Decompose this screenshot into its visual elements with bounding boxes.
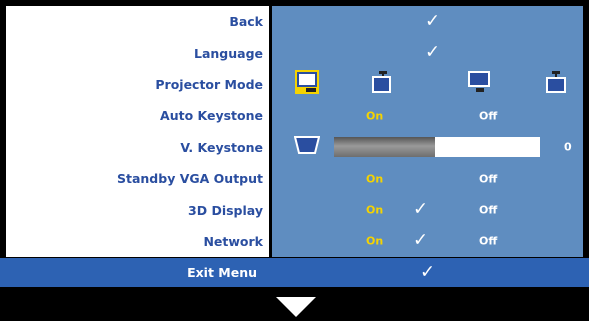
on-option[interactable]: On [366, 204, 383, 217]
check-icon[interactable]: ✓ [420, 263, 435, 281]
desktop-projector-icon[interactable] [294, 69, 320, 99]
projector-mode-label[interactable]: Projector Mode [6, 68, 269, 101]
back-value: ✓ [272, 6, 583, 38]
v-keystone-label[interactable]: V. Keystone [6, 131, 269, 163]
off-option[interactable]: Off [479, 235, 497, 248]
check-icon[interactable]: ✓ [425, 43, 440, 62]
3d-display-options: On ✓ Off [272, 194, 583, 226]
on-option[interactable]: On [366, 235, 383, 248]
network-label[interactable]: Network [6, 225, 269, 258]
language-value: ✓ [272, 37, 583, 69]
keystone-trapezoid-icon [293, 136, 321, 158]
menu-row-projector-mode[interactable]: Projector Mode [6, 68, 583, 101]
projector-osd: Back ✓ Language ✓ Projector Mode Auto Ke… [0, 0, 589, 321]
advanced-settings-menu: Back ✓ Language ✓ Projector Mode Auto Ke… [6, 6, 583, 258]
v-keystone-value: 0 [564, 140, 572, 154]
menu-row-3d-display[interactable]: 3D Display On ✓ Off [6, 194, 583, 226]
scroll-down-arrow-icon[interactable] [276, 297, 316, 317]
auto-keystone-options: On Off [272, 100, 583, 132]
menu-row-back[interactable]: Back ✓ [6, 6, 583, 38]
exit-menu-bar[interactable]: Exit Menu ✓ [0, 258, 589, 287]
ceiling-front-projector-icon[interactable] [369, 70, 393, 98]
off-option[interactable]: Off [479, 204, 497, 217]
v-keystone-slider[interactable] [334, 137, 540, 158]
menu-row-standby-vga[interactable]: Standby VGA Output On Off [6, 163, 583, 195]
ceiling-rear-projector-icon[interactable] [544, 70, 568, 98]
network-options: On ✓ Off [272, 225, 583, 258]
language-label[interactable]: Language [6, 37, 269, 69]
projector-mode-options [272, 68, 583, 101]
standby-vga-options: On Off [272, 163, 583, 195]
menu-row-v-keystone[interactable]: V. Keystone 0 [6, 131, 583, 163]
standby-vga-label[interactable]: Standby VGA Output [6, 163, 269, 195]
v-keystone-slider-area: 0 [272, 131, 583, 163]
menu-row-auto-keystone[interactable]: Auto Keystone On Off [6, 100, 583, 132]
on-option[interactable]: On [366, 109, 383, 122]
3d-display-label[interactable]: 3D Display [6, 194, 269, 226]
slider-fill [334, 137, 435, 158]
off-option[interactable]: Off [479, 172, 497, 185]
on-option[interactable]: On [366, 172, 383, 185]
rear-desktop-projector-icon[interactable] [467, 70, 491, 98]
exit-menu-label[interactable]: Exit Menu [0, 258, 263, 287]
check-icon[interactable]: ✓ [425, 12, 440, 30]
back-label[interactable]: Back [6, 6, 269, 38]
check-icon: ✓ [413, 198, 429, 220]
off-option[interactable]: Off [479, 109, 497, 122]
menu-row-network[interactable]: Network On ✓ Off [6, 225, 583, 258]
menu-row-language[interactable]: Language ✓ [6, 37, 583, 69]
check-icon: ✓ [413, 230, 429, 252]
auto-keystone-label[interactable]: Auto Keystone [6, 100, 269, 132]
